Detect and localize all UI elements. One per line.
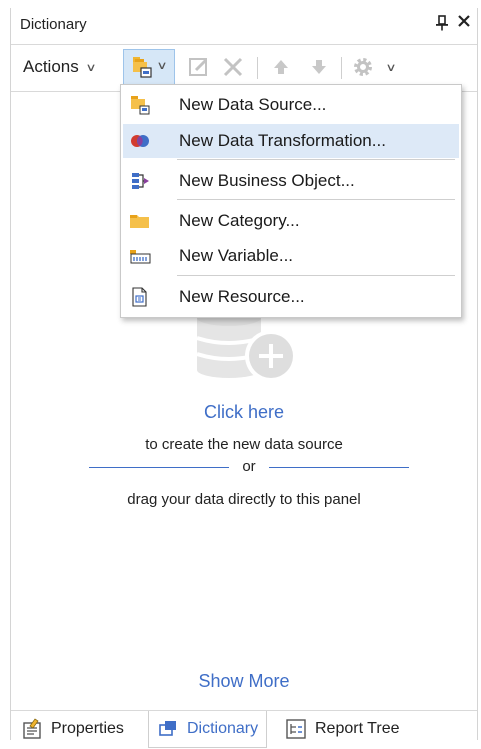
new-item-dropdown-menu: New Data Source... New Data Transformati… xyxy=(120,84,462,318)
or-text: or xyxy=(242,458,256,475)
database-add-icon xyxy=(197,310,297,382)
tab-label: Report Tree xyxy=(315,720,400,737)
panel-title: Dictionary xyxy=(20,16,87,33)
menu-item-new-variable[interactable]: New Variable... xyxy=(123,239,459,273)
toolbar-separator xyxy=(257,57,258,79)
create-data-source-link[interactable]: Click here xyxy=(11,402,477,423)
menu-separator xyxy=(177,159,455,160)
or-divider: or xyxy=(89,458,409,476)
report-tree-icon xyxy=(286,719,306,739)
add-dropdown-icon xyxy=(133,57,152,78)
chevron-down-icon[interactable]: ∨ xyxy=(385,61,396,74)
move-down-icon[interactable] xyxy=(307,55,331,79)
data-transformation-icon xyxy=(131,135,149,147)
add-new-dropdown-button[interactable]: ∨ xyxy=(123,49,175,85)
menu-separator xyxy=(177,275,455,276)
toolbar-separator xyxy=(341,57,342,79)
menu-item-label: New Data Transformation... xyxy=(179,131,386,150)
drag-hint-text: drag your data directly to this panel xyxy=(127,491,361,508)
resource-icon xyxy=(132,287,147,307)
actions-label: Actions xyxy=(23,57,79,76)
actions-dropdown-button[interactable]: Actions ∨ xyxy=(15,51,103,83)
divider-line-left xyxy=(89,467,229,468)
divider-line-right xyxy=(269,467,409,468)
menu-item-label: New Variable... xyxy=(179,246,294,265)
menu-item-new-business-object[interactable]: New Business Object... xyxy=(123,164,459,198)
bottom-tab-bar: Properties Dictionary Report Tree xyxy=(11,710,477,749)
menu-item-new-data-transformation[interactable]: New Data Transformation... xyxy=(123,124,459,158)
edit-icon[interactable] xyxy=(187,55,211,79)
delete-icon[interactable] xyxy=(221,55,245,79)
chevron-down-icon: ∨ xyxy=(85,61,97,74)
variable-icon xyxy=(130,250,151,264)
tab-dictionary[interactable]: Dictionary xyxy=(148,711,268,748)
menu-item-label: New Business Object... xyxy=(179,171,355,190)
menu-item-new-category[interactable]: New Category... xyxy=(123,204,459,238)
close-icon[interactable] xyxy=(457,13,471,33)
show-more-link[interactable]: Show More xyxy=(11,671,477,692)
menu-item-label: New Data Source... xyxy=(179,95,327,114)
chevron-down-icon: ∨ xyxy=(156,60,168,72)
move-up-icon[interactable] xyxy=(269,55,293,79)
properties-icon xyxy=(23,718,41,739)
tab-label: Dictionary xyxy=(187,720,259,737)
menu-item-label: New Category... xyxy=(179,211,300,230)
folder-icon xyxy=(130,215,149,228)
business-object-icon xyxy=(132,173,149,189)
panel-titlebar: Dictionary xyxy=(11,8,477,42)
settings-icon[interactable] xyxy=(351,55,375,79)
dictionary-icon xyxy=(159,721,176,736)
menu-item-label: New Resource... xyxy=(179,287,305,306)
menu-item-new-data-source[interactable]: New Data Source... xyxy=(123,88,459,122)
tab-label: Properties xyxy=(51,720,124,737)
data-source-icon xyxy=(131,96,150,115)
tab-report-tree[interactable]: Report Tree xyxy=(285,711,399,747)
menu-item-new-resource[interactable]: New Resource... xyxy=(123,280,459,314)
tab-properties[interactable]: Properties xyxy=(21,711,124,747)
menu-separator xyxy=(177,199,455,200)
create-hint-text: to create the new data source xyxy=(145,436,343,453)
pin-icon[interactable] xyxy=(435,15,449,35)
